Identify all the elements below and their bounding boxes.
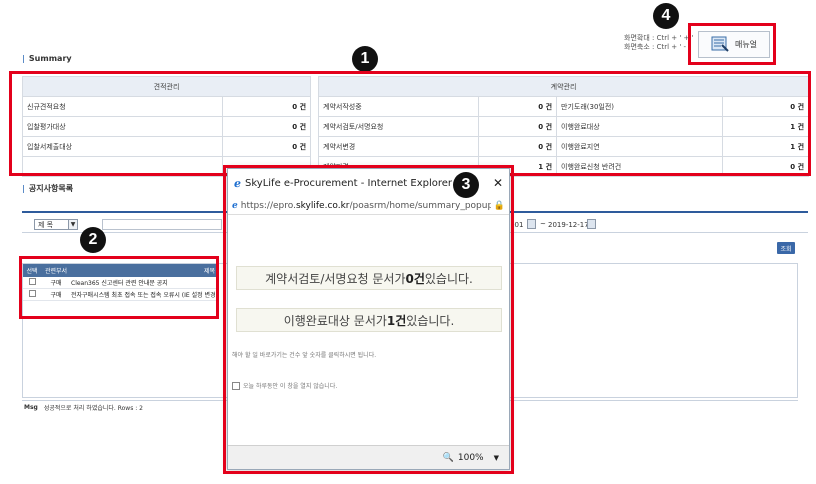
date-to[interactable]: 2019-12-17: [548, 221, 589, 229]
summary-title: Summary: [22, 54, 72, 63]
date-separator: ~: [540, 220, 546, 228]
highlight-box-3: [223, 165, 514, 474]
highlight-box-4: [688, 23, 776, 65]
zoom-out-hint: 화면축소 : Ctrl + ' - ': [624, 43, 691, 51]
badge-4: 4: [653, 3, 679, 29]
search-button[interactable]: 조회: [777, 242, 795, 254]
badge-2: 2: [80, 227, 106, 253]
highlight-box-1: [9, 71, 811, 176]
notices-title: 공지사항목록: [22, 183, 73, 194]
zoom-in-hint: 화면확대 : Ctrl + ' + ': [624, 34, 694, 42]
search-option-value: 제 목: [38, 220, 54, 229]
search-input[interactable]: [102, 219, 222, 230]
status-text: 성공적으로 처리 하였습니다. Rows : 2: [43, 405, 143, 412]
badge-3: 3: [453, 172, 479, 198]
calendar-icon[interactable]: [587, 219, 596, 229]
search-option-select[interactable]: 제 목 ▼: [34, 219, 78, 230]
chevron-down-icon: ▼: [68, 220, 77, 229]
calendar-icon[interactable]: [527, 219, 536, 229]
zoom-hint: 화면확대 : Ctrl + ' + ' 화면축소 : Ctrl + ' - ': [624, 34, 694, 52]
badge-1: 1: [352, 46, 378, 72]
highlight-box-2: [19, 256, 219, 319]
status-label: Msg: [24, 404, 38, 411]
